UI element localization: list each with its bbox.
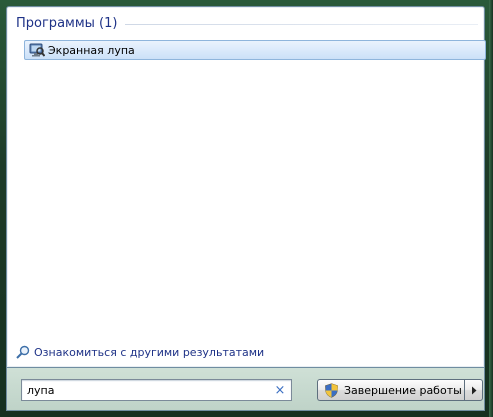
start-menu-bottom-bar: × Завершение работы: [6, 368, 485, 411]
search-icon: [16, 345, 30, 359]
shutdown-options-button[interactable]: [464, 379, 483, 401]
magnifier-app-icon: [29, 43, 45, 57]
results-group-header: Программы (1): [16, 14, 478, 32]
group-title: Программы (1): [16, 15, 118, 31]
group-divider: [125, 23, 478, 25]
window-edge: [489, 0, 493, 417]
result-label: Экранная лупа: [48, 43, 135, 57]
see-more-results-link[interactable]: Ознакомиться с другими результатами: [16, 344, 264, 360]
see-more-label: Ознакомиться с другими результатами: [34, 345, 265, 359]
shutdown-label: Завершение работы: [344, 383, 462, 397]
search-input[interactable]: [22, 380, 271, 400]
chevron-right-icon: [471, 386, 476, 394]
uac-shield-icon: [325, 382, 338, 398]
shutdown-group: Завершение работы: [317, 379, 483, 401]
result-item-magnifier[interactable]: Экранная лупа: [24, 40, 486, 60]
search-box: ×: [21, 379, 292, 401]
search-results-panel: Программы (1) Экранная лупа Ознакомиться…: [6, 6, 486, 368]
clear-search-button[interactable]: ×: [271, 381, 289, 399]
shutdown-button[interactable]: Завершение работы: [317, 379, 464, 401]
